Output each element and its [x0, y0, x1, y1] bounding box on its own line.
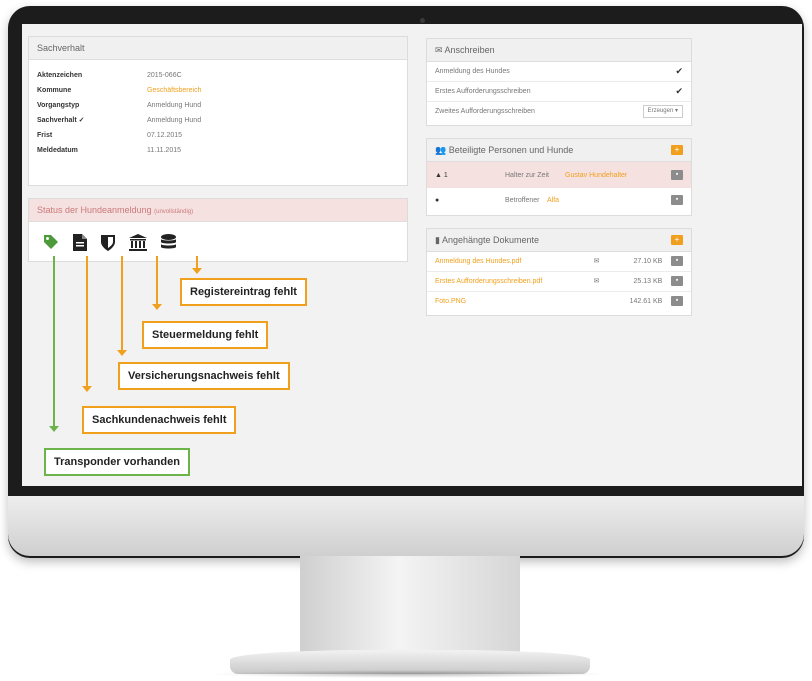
- dog-action-button[interactable]: ▪: [671, 195, 683, 205]
- screen: Sachverhalt Aktenzeichen 2015-066C Kommun…: [22, 24, 802, 486]
- letter-item[interactable]: Zweites Aufforderungsschreiben Erzeugen ▾: [427, 102, 691, 121]
- tax-callout: Steuermeldung fehlt: [142, 321, 269, 349]
- letter-item[interactable]: Anmeldung des Hundes ✔: [427, 62, 691, 82]
- connector-line: [53, 256, 55, 428]
- case-panel: Sachverhalt Aktenzeichen 2015-066C Kommun…: [28, 36, 408, 186]
- status-panel-header: Status der Hundeanmeldung (unvollständig…: [29, 199, 407, 222]
- municipality-link[interactable]: Geschäftsbereich: [147, 83, 201, 98]
- document-link[interactable]: Anmeldung des Hundes.pdf: [435, 252, 585, 271]
- register-callout: Registereintrag fehlt: [180, 278, 307, 306]
- person-row[interactable]: ▲ 1 Halter zur Zeit Gustav Hundehalter ▪: [427, 162, 691, 188]
- letter-item[interactable]: Erstes Aufforderungsschreiben ✔: [427, 82, 691, 102]
- letters-panel-header: ✉ Anschreiben: [427, 39, 691, 62]
- status-subtitle: (unvollständig): [154, 209, 194, 215]
- monitor-stand-neck: [300, 556, 520, 656]
- document-link[interactable]: Erstes Aufforderungsschreiben.pdf: [435, 272, 585, 291]
- person-action-button[interactable]: ▪: [671, 170, 683, 180]
- email-icon: [594, 292, 614, 311]
- arrow-head: [152, 304, 162, 310]
- persons-panel: 👥 Beteiligte Personen und Hunde + ▲ 1 Ha…: [426, 138, 692, 216]
- connector-line: [121, 256, 123, 352]
- case-row: Vorgangstyp Anmeldung Hund: [37, 102, 202, 109]
- bank-icon[interactable]: [129, 234, 147, 254]
- status-panel: Status der Hundeanmeldung (unvollständig…: [28, 198, 408, 262]
- add-person-button[interactable]: +: [671, 145, 683, 155]
- case-row: Kommune Geschäftsbereich: [37, 83, 399, 98]
- letters-panel: ✉ Anschreiben Anmeldung des Hundes ✔ Erst…: [426, 38, 692, 126]
- email-icon[interactable]: ✉: [594, 272, 614, 291]
- case-row: Aktenzeichen 2015-066C: [37, 72, 182, 79]
- check-icon: ✔: [675, 66, 683, 76]
- insurance-callout: Versicherungsnachweis fehlt: [118, 362, 290, 390]
- case-row: Frist 07.12.2015: [37, 132, 183, 139]
- connector-line: [156, 256, 158, 306]
- dog-row[interactable]: ● Betroffener Alfa ▪: [427, 188, 691, 212]
- dog-icon: ●: [435, 196, 440, 204]
- users-icon: 👥: [435, 145, 449, 155]
- case-row: Sachverhalt ✓ Anmeldung Hund: [37, 117, 202, 124]
- case-row: Meldedatum 11.11.2015: [37, 147, 181, 154]
- document-action-button[interactable]: ▪: [670, 276, 683, 286]
- database-icon[interactable]: [161, 234, 176, 254]
- document-action-button[interactable]: ▪: [670, 296, 683, 306]
- connector-line: [86, 256, 88, 388]
- status-title: Status der Hundeanmeldung: [37, 205, 152, 215]
- document-row: Anmeldung des Hundes.pdf ✉ 27.10 KB ▪: [427, 252, 691, 272]
- person-name-link[interactable]: Gustav Hundehalter: [565, 172, 671, 179]
- mail-icon: ✉: [435, 45, 445, 55]
- arrow-head: [49, 426, 59, 432]
- document-icon[interactable]: [73, 234, 87, 254]
- email-icon[interactable]: ✉: [594, 252, 614, 271]
- file-icon: ▮: [435, 235, 442, 245]
- dog-name-link[interactable]: Alfa: [547, 197, 671, 204]
- documents-panel: ▮ Angehängte Dokumente + Anmeldung des H…: [426, 228, 692, 316]
- monitor-chin: [8, 496, 804, 556]
- expertise-callout: Sachkundenachweis fehlt: [82, 406, 237, 434]
- camera-dot: [420, 18, 425, 23]
- arrow-head: [192, 268, 202, 274]
- create-dropdown-button[interactable]: Erzeugen ▾: [642, 105, 683, 118]
- check-icon: ✔: [675, 86, 683, 96]
- person-icon: ▲ 1: [435, 171, 448, 179]
- case-panel-title: Sachverhalt: [29, 37, 407, 60]
- document-row: Foto.PNG 142.61 KB ▪: [427, 292, 691, 311]
- document-link[interactable]: Foto.PNG: [435, 292, 585, 311]
- stand-shadow: [210, 670, 610, 678]
- arrow-head: [82, 386, 92, 392]
- tag-icon[interactable]: [43, 234, 59, 254]
- document-action-button[interactable]: ▪: [670, 256, 683, 266]
- documents-panel-header: ▮ Angehängte Dokumente +: [427, 229, 691, 252]
- persons-panel-header: 👥 Beteiligte Personen und Hunde +: [427, 139, 691, 162]
- add-document-button[interactable]: +: [671, 235, 683, 245]
- shield-icon[interactable]: [101, 234, 115, 254]
- document-row: Erstes Aufforderungsschreiben.pdf ✉ 25.1…: [427, 272, 691, 292]
- transponder-callout: Transponder vorhanden: [44, 448, 190, 476]
- arrow-head: [117, 350, 127, 356]
